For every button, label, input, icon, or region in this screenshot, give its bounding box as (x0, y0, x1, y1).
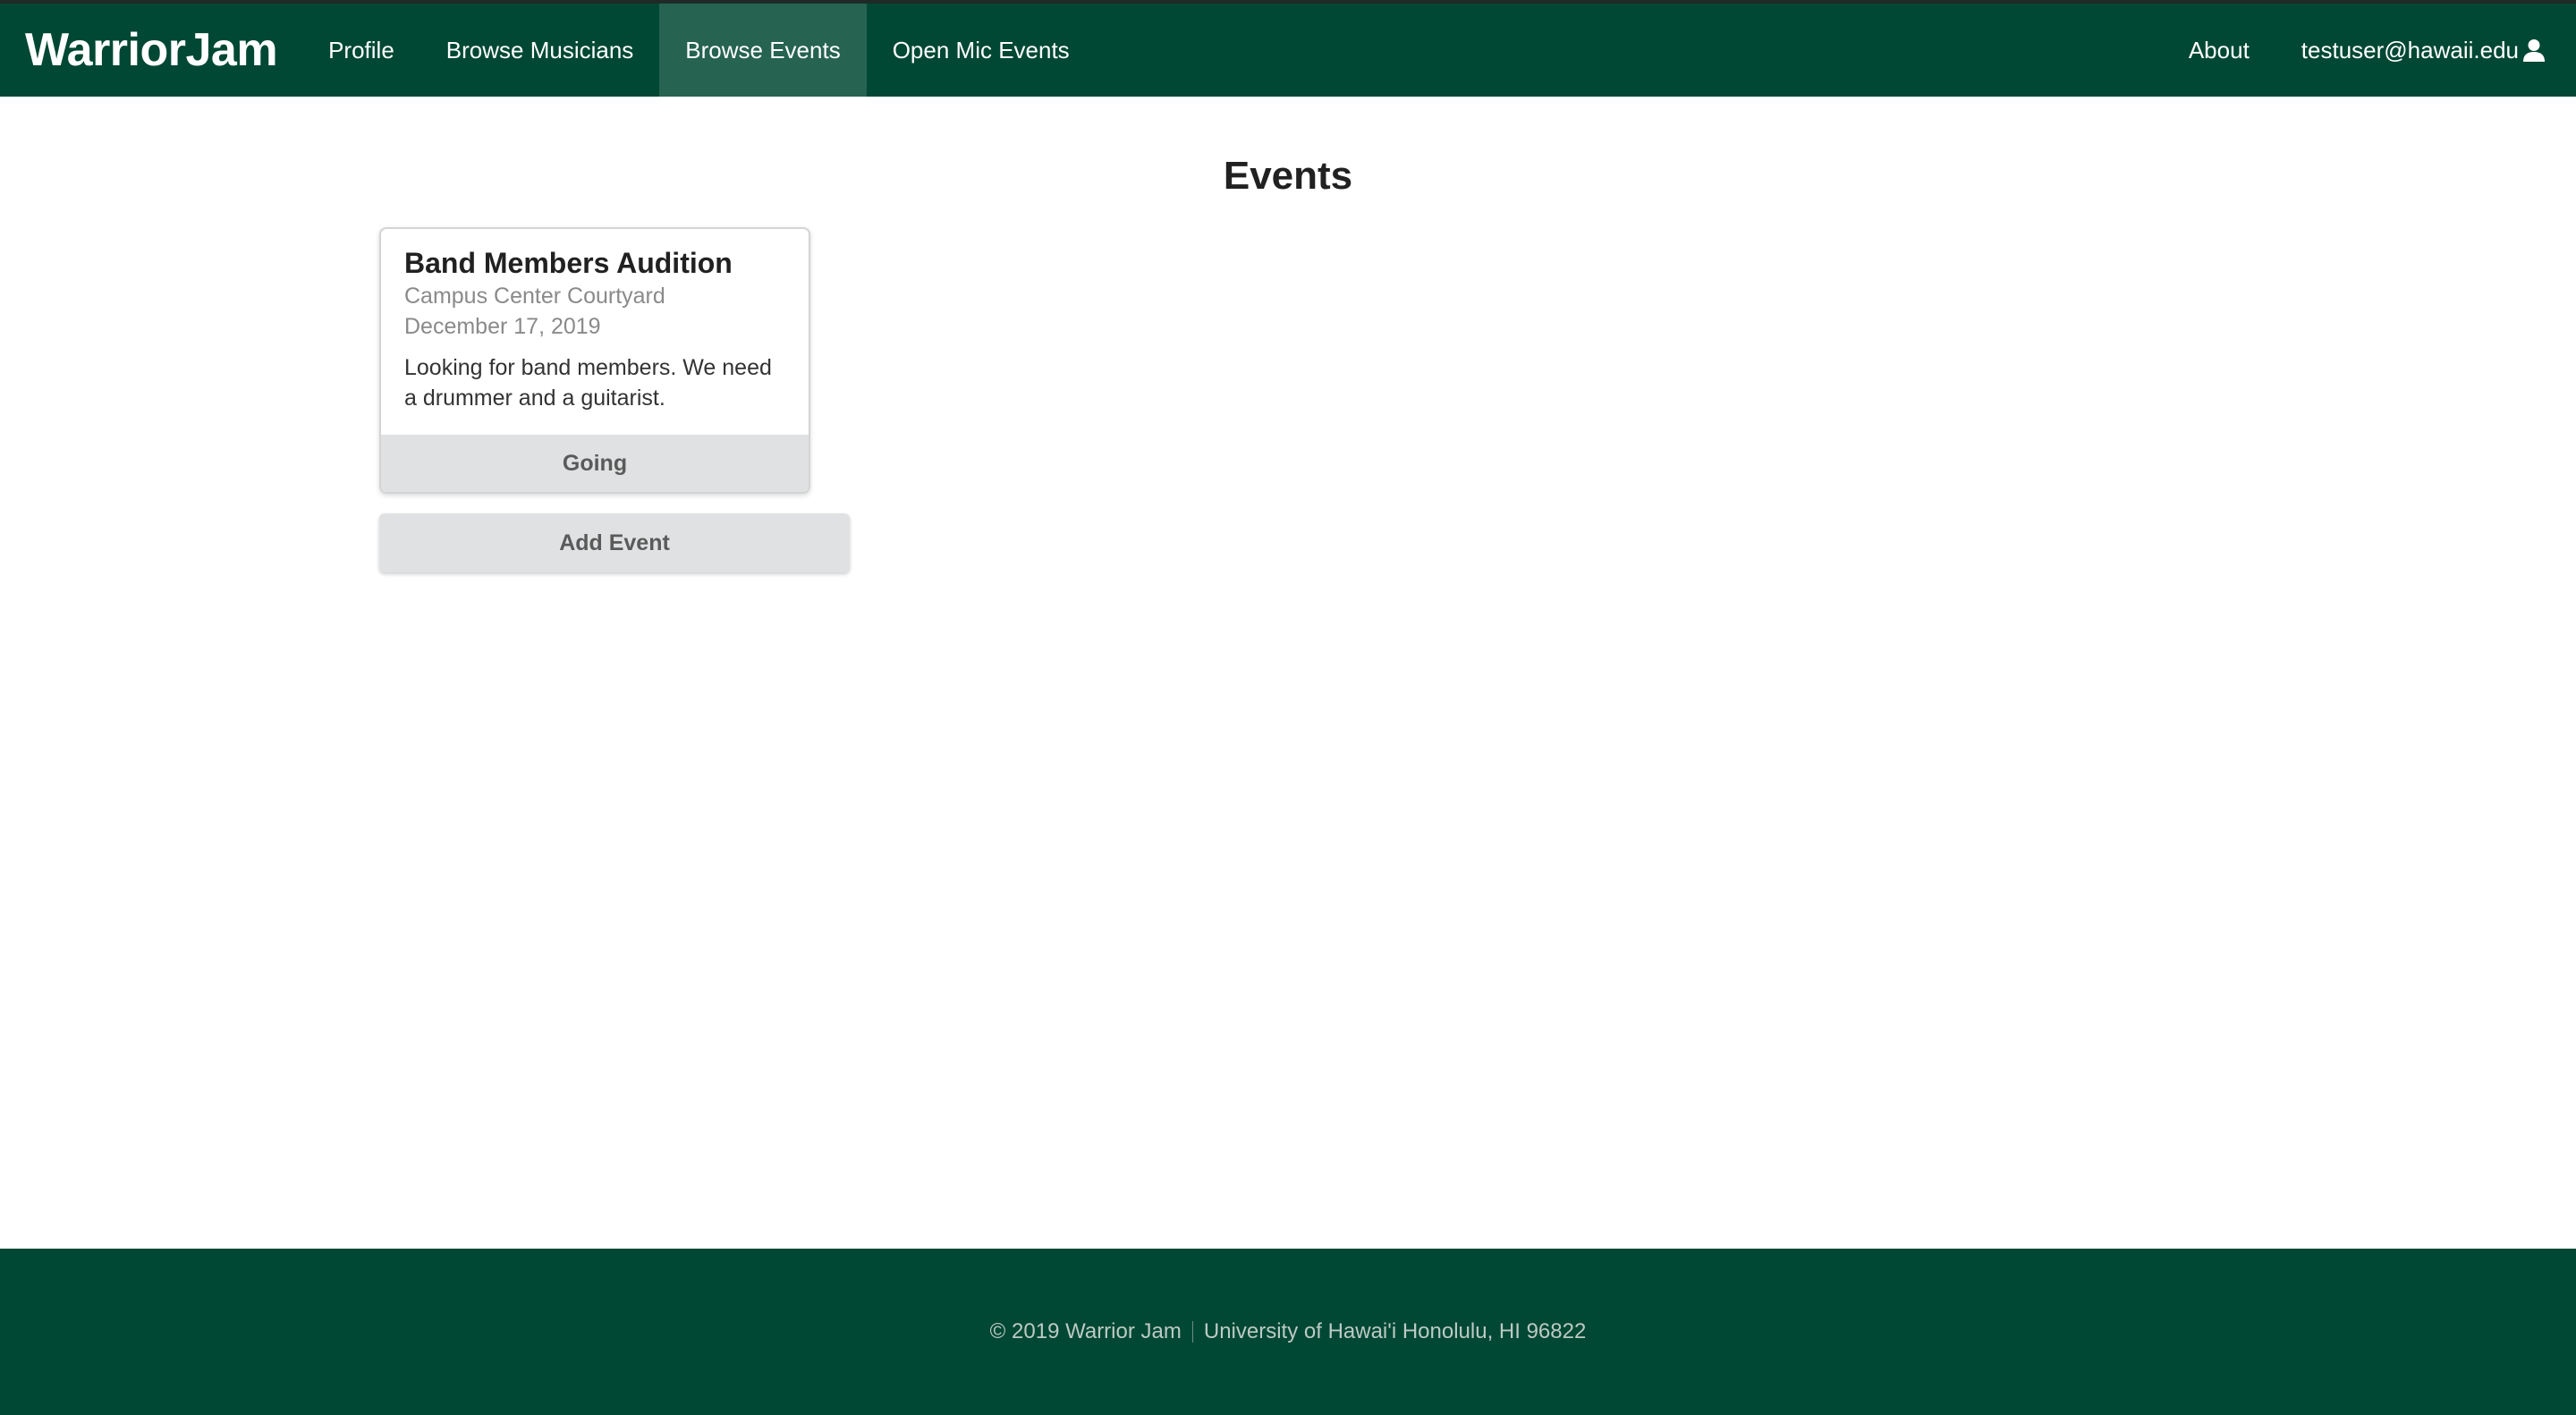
going-button[interactable]: Going (381, 435, 809, 492)
nav-item-open-mic-events[interactable]: Open Mic Events (867, 4, 1096, 97)
user-email: testuser@hawaii.edu (2301, 36, 2519, 64)
user-menu[interactable]: testuser@hawaii.edu (2275, 4, 2576, 97)
add-event-button[interactable]: Add Event (379, 513, 850, 572)
page-title: Events (1223, 154, 1353, 198)
brand-logo[interactable]: WarriorJam (0, 4, 302, 97)
event-card-content: Band Members Audition Campus Center Cour… (381, 229, 809, 435)
top-navbar: WarriorJam Profile Browse Musicians Brow… (0, 0, 2576, 97)
nav-item-browse-events[interactable]: Browse Events (659, 4, 867, 97)
nav-item-browse-musicians[interactable]: Browse Musicians (420, 4, 660, 97)
event-description: Looking for band members. We need a drum… (404, 355, 772, 411)
nav-item-profile[interactable]: Profile (302, 4, 420, 97)
footer: © 2019 Warrior Jam University of Hawai'i… (0, 1249, 2576, 1415)
footer-copyright: © 2019 Warrior Jam (989, 1319, 1182, 1343)
footer-address: University of Hawai'i Honolulu, HI 96822 (1203, 1319, 1587, 1343)
footer-divider (1191, 1321, 1193, 1343)
event-name: Band Members Audition (404, 247, 733, 279)
event-date: December 17, 2019 (404, 314, 601, 339)
event-location: Campus Center Courtyard (404, 284, 665, 309)
nav-item-about[interactable]: About (2163, 4, 2275, 97)
event-card: Band Members Audition Campus Center Cour… (379, 227, 810, 494)
user-icon (2522, 38, 2546, 62)
